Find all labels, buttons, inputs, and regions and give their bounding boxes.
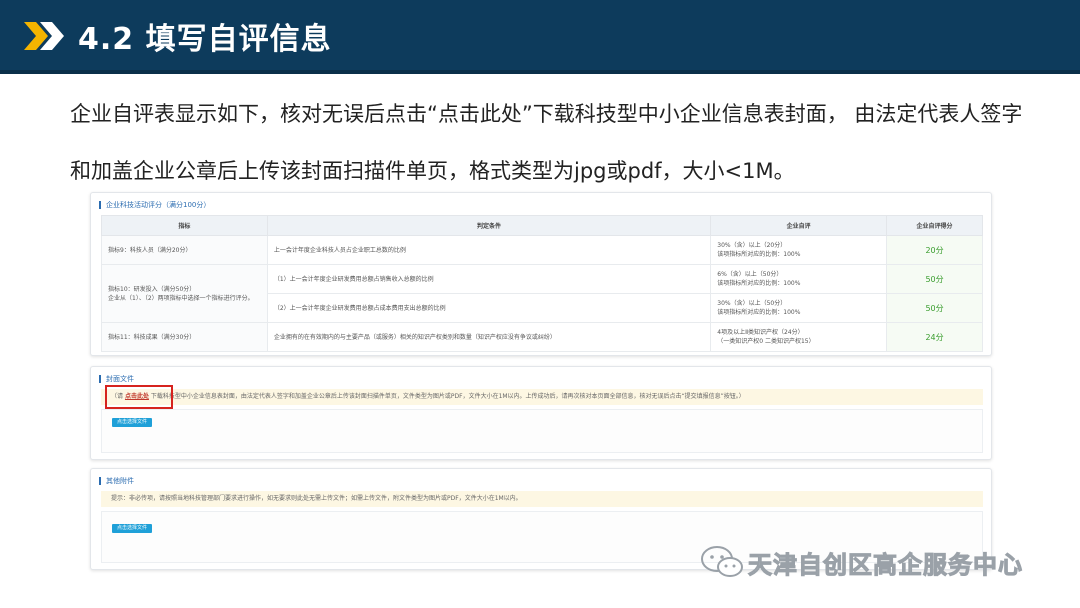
self-eval-cell: 4项及以上Ⅱ类知识产权（24分） （一类知识产权0 二类知识产权15） [710, 322, 888, 352]
score-panel: 企业科技活动评分（满分100分） 指标 判定条件 企业自评 企业自评得分 指标9… [90, 192, 992, 356]
column-header: 判定条件 [266, 215, 712, 236]
score-cell: 50分 [886, 293, 983, 323]
condition-cell: 企业拥有的在有效期内的与主要产品（或服务）相关的知识产权类别和数量（知识产权应没… [266, 322, 712, 352]
wechat-icon [701, 546, 743, 577]
indicator-cell: 指标11：科技成果（满分30分） [101, 322, 268, 352]
column-header: 企业自评 [710, 215, 888, 236]
score-cell: 50分 [886, 264, 983, 294]
condition-cell: （2）上一会计年度企业研发费用总额占成本费用支出总额的比例 [266, 293, 712, 323]
cover-upload-area: 点击选择文件 [101, 409, 983, 453]
slide-title: 4.2 填写自评信息 [78, 22, 332, 57]
table-row: 指标11：科技成果（满分30分） 企业拥有的在有效期内的与主要产品（或服务）相关… [101, 322, 983, 352]
instruction-text: 企业自评表显示如下，核对无误后点击“点击此处”下载科技型中小企业信息表封面， 由… [70, 102, 1023, 183]
slide-header: 4.2 填写自评信息 [0, 0, 1080, 74]
cover-file-panel: 封面文件 （请 点击此处 下载科技型中小企业信息表封面，由法定代表人签字和加盖企… [90, 366, 992, 460]
attachment-panel-title: 其他附件 [99, 477, 134, 485]
header-divider [0, 70, 1080, 74]
table-header-row: 指标 判定条件 企业自评 企业自评得分 [101, 215, 983, 236]
embedded-screenshot: 企业科技活动评分（满分100分） 指标 判定条件 企业自评 企业自评得分 指标9… [86, 188, 996, 574]
self-eval-cell: 30%（含）以上（50分） 该项指标所对应的比例：100% [710, 293, 888, 323]
score-cell: 20分 [886, 235, 983, 265]
self-eval-cell: 30%（含）以上（20分） 该项指标所对应的比例：100% [710, 235, 888, 265]
table-row: 指标9：科技人员（满分20分） 上一会计年度企业科技人员占企业职工总数的比例 3… [101, 235, 983, 265]
score-panel-title: 企业科技活动评分（满分100分） [99, 201, 210, 209]
indicator-cell: 指标9：科技人员（满分20分） [101, 235, 268, 265]
column-header: 指标 [101, 215, 268, 236]
highlight-box [105, 385, 173, 409]
notice-suffix: 下载科技型中小企业信息表封面，由法定代表人签字和加盖企业公章后上传该封面扫描件单… [150, 393, 745, 400]
cover-notice: （请 点击此处 下载科技型中小企业信息表封面，由法定代表人签字和加盖企业公章后上… [101, 389, 983, 405]
score-cell: 24分 [886, 322, 983, 352]
attachment-upload-button[interactable]: 点击选择文件 [112, 524, 152, 533]
indicator-cell: 指标10：研发投入（满分50分） 企业从（1）、（2）两项指标中选择一个指标进行… [101, 264, 268, 323]
table-row: 指标10：研发投入（满分50分） 企业从（1）、（2）两项指标中选择一个指标进行… [101, 264, 983, 323]
condition-cell: （1）上一会计年度企业研发费用总额占销售收入总额的比例 [266, 264, 712, 294]
chevron-right-icon [24, 22, 64, 50]
condition-cell: 上一会计年度企业科技人员占企业职工总数的比例 [266, 235, 712, 265]
watermark: 天津自创区高企服务中心 [700, 544, 1023, 580]
cover-panel-title: 封面文件 [99, 375, 134, 383]
cover-upload-button[interactable]: 点击选择文件 [112, 418, 152, 427]
column-header: 企业自评得分 [886, 215, 983, 236]
score-table: 指标 判定条件 企业自评 企业自评得分 指标9：科技人员（满分20分） 上一会计… [101, 215, 983, 352]
self-eval-cell: 6%（含）以上（50分） 该项指标所对应的比例：100% [710, 264, 888, 294]
watermark-text: 天津自创区高企服务中心 [748, 550, 1023, 579]
attachment-notice: 提示：非必传项，请按照当地科技管理部门要求进行操作，如无要求则此处无需上传文件；… [101, 491, 983, 507]
